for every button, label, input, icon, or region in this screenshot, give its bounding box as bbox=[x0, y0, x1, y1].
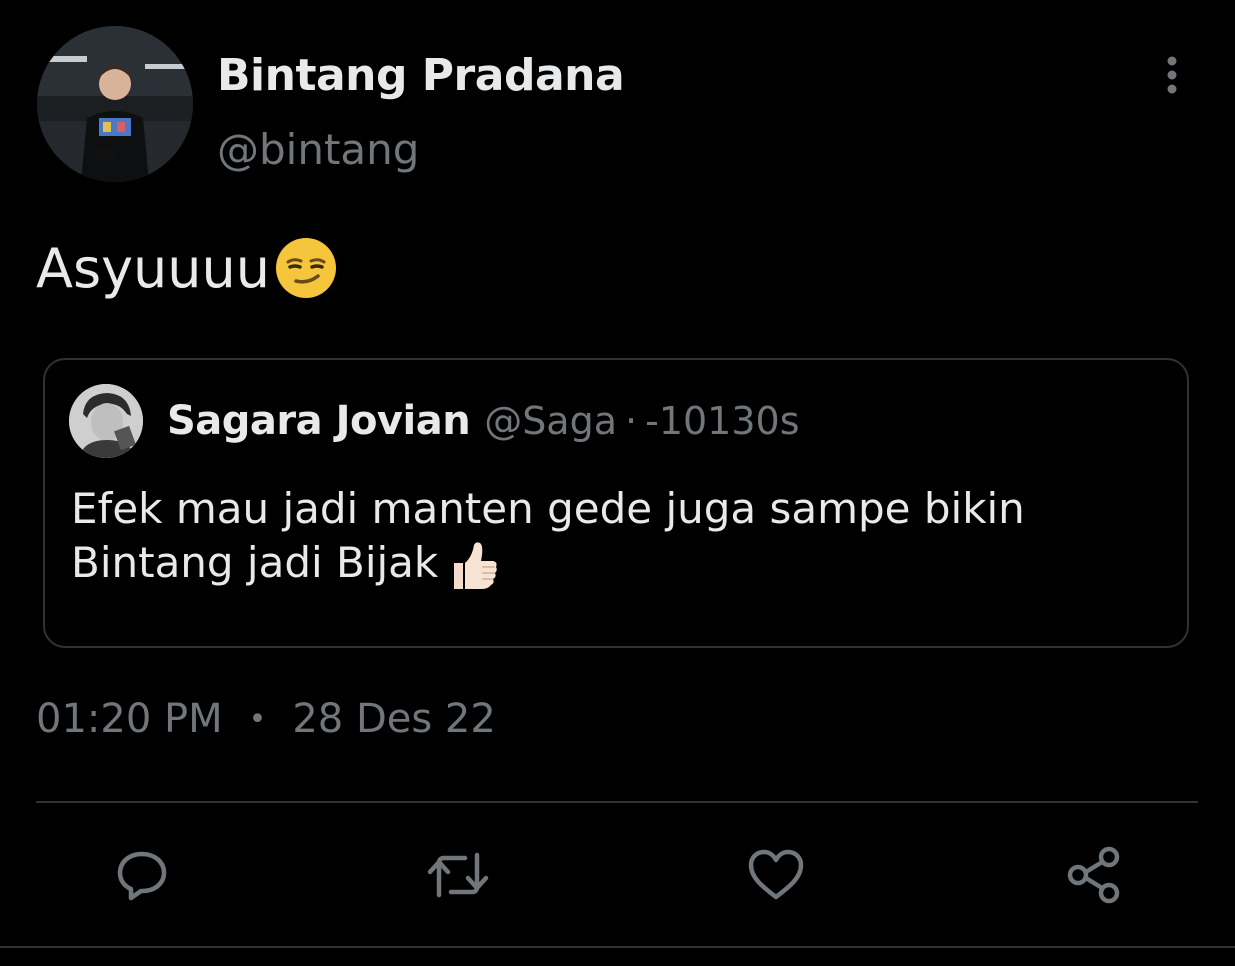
quoted-tweet-time: -10130s bbox=[645, 399, 800, 443]
tweet-date: 28 Des 22 bbox=[292, 696, 496, 742]
like-button[interactable] bbox=[743, 842, 809, 908]
heart-icon bbox=[748, 849, 804, 900]
quoted-header-separator: · bbox=[625, 399, 638, 443]
more-vertical-icon bbox=[1167, 56, 1177, 94]
actions-divider bbox=[36, 801, 1198, 803]
tweet-time: 01:20 PM bbox=[36, 696, 223, 742]
quoted-tweet-text: Efek mau jadi manten gede juga sampe bik… bbox=[71, 482, 1151, 593]
retweet-button[interactable] bbox=[425, 842, 491, 908]
retweet-icon bbox=[427, 852, 489, 898]
timestamp-separator: • bbox=[248, 701, 267, 737]
reply-button[interactable] bbox=[109, 842, 175, 908]
thumbs-up-emoji-icon bbox=[454, 541, 498, 589]
share-button[interactable] bbox=[1061, 842, 1127, 908]
bottom-divider bbox=[0, 946, 1235, 948]
tweet-text: Asyuuuu bbox=[36, 236, 338, 300]
author-handle[interactable]: @bintang bbox=[217, 125, 419, 174]
quoted-tweet-header: Sagara Jovian @Saga · -10130s bbox=[167, 398, 800, 444]
quoted-author-avatar[interactable] bbox=[69, 384, 143, 458]
comment-icon bbox=[117, 851, 167, 901]
quoted-author-handle[interactable]: @Saga bbox=[484, 399, 617, 443]
quoted-author-name[interactable]: Sagara Jovian bbox=[167, 398, 471, 444]
quoted-tweet-text-content: Efek mau jadi manten gede juga sampe bik… bbox=[71, 484, 1025, 587]
author-name[interactable]: Bintang Pradana bbox=[217, 50, 625, 101]
tweet-detail: Bintang Pradana @bintang Asyuuuu Sagara … bbox=[0, 0, 1235, 966]
quoted-tweet[interactable]: Sagara Jovian @Saga · -10130s Efek mau j… bbox=[43, 358, 1189, 648]
share-icon bbox=[1067, 846, 1120, 904]
more-options-button[interactable] bbox=[1152, 52, 1192, 98]
author-avatar[interactable] bbox=[37, 26, 193, 182]
tweet-timestamp[interactable]: 01:20 PM • 28 Des 22 bbox=[36, 696, 496, 742]
tweet-text-content: Asyuuuu bbox=[36, 236, 270, 300]
smirking-face-emoji-icon bbox=[275, 238, 336, 298]
